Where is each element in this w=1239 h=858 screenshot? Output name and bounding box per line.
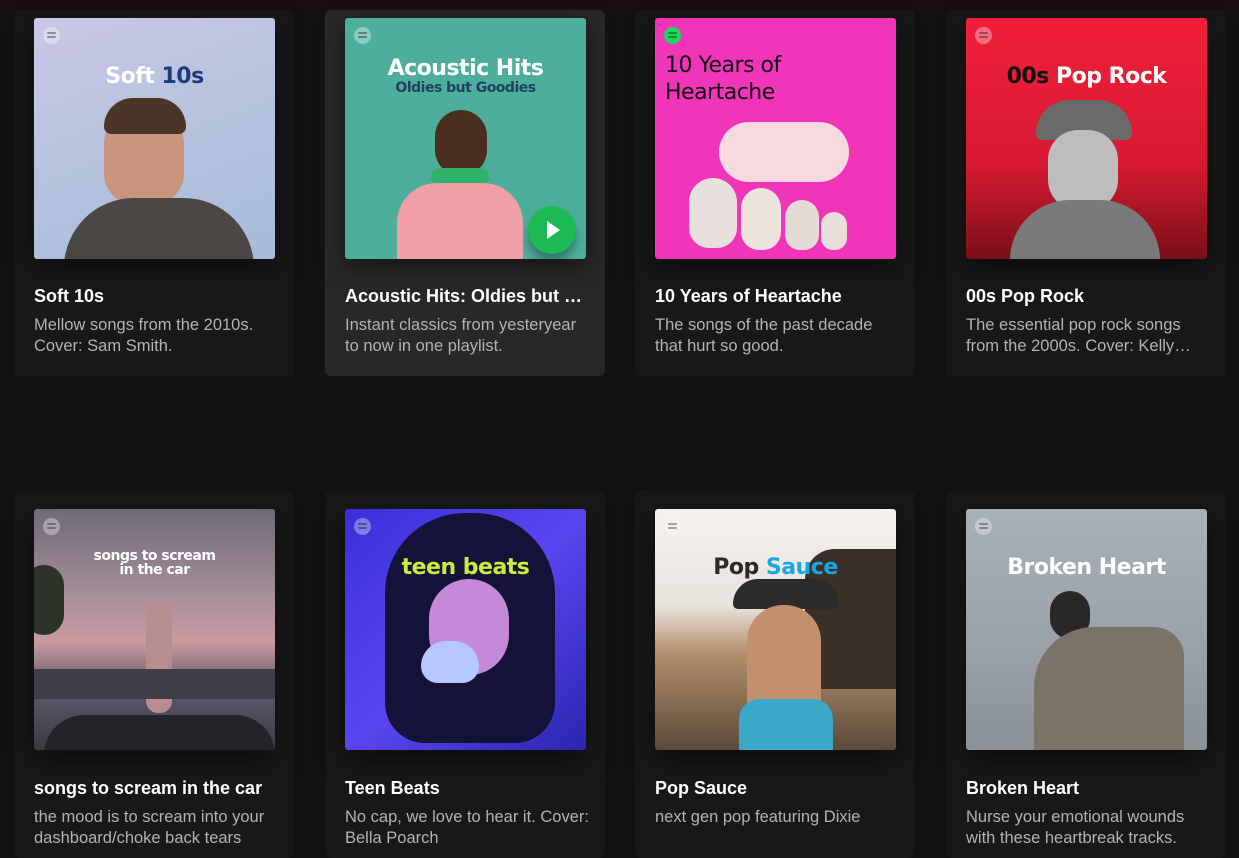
card-description: the mood is to scream into your dashboar… [34,808,265,847]
playlist-card-00s-pop-rock[interactable]: 00s Pop Rock 00s Pop Rock The essential … [946,10,1226,376]
spotify-logo-icon [664,518,681,535]
cover-title-line2: Heartache [665,80,775,105]
flowers-image [719,122,849,182]
playlist-cover: Soft 10s [34,18,275,259]
cover-title: 10 Years of Heartache [665,52,896,106]
card-description: Mellow songs from the 2010s. Cover: Sam … [34,316,254,355]
top-bar [0,0,1239,10]
playlist-cover: 00s Pop Rock [966,18,1207,259]
cover-title-part2: Sauce [765,555,838,580]
card-title[interactable]: Teen Beats [345,778,590,799]
card-title[interactable]: 00s Pop Rock [966,286,1211,307]
playlist-card-teen-beats[interactable]: teen beats Teen Beats No cap, we love to… [325,491,605,858]
card-description: next gen pop featuring Dixie [655,808,861,826]
playlist-card-acoustic-hits[interactable]: Acoustic Hits Oldies but Goodies Acousti… [325,10,605,376]
card-description: The essential pop rock songs from the 20… [966,316,1181,355]
spotify-logo-icon [43,518,60,535]
cover-title: teen beats [401,555,530,580]
cover-title-line2: in the car [119,562,190,578]
spotify-logo-icon [664,27,681,44]
playlist-cover: Pop Sauce [655,509,896,750]
card-description: Nurse your emotional wounds with these h… [966,808,1185,847]
spotify-logo-icon [975,518,992,535]
artist-head [435,110,487,176]
cover-title: 00s Pop Rock [966,64,1207,89]
cover-title: Soft 10s [34,64,275,89]
cover-title-part1: 00s [1006,64,1050,89]
card-description: No cap, we love to hear it. Cover: Bella… [345,808,589,847]
tree [34,565,64,635]
card-title[interactable]: songs to scream in the car [34,778,279,799]
playlist-card-songs-to-scream[interactable]: songs to scream in the car songs to scre… [14,491,294,858]
artist-shirt [397,183,523,259]
artist-hair [104,98,186,134]
playlist-cover: teen beats [345,509,586,750]
cover-title-line1: 10 Years of [665,53,781,78]
playlist-card-pop-sauce[interactable]: Pop Sauce Pop Sauce next gen pop featuri… [635,491,915,858]
vase-image [689,178,737,248]
car-roof [44,715,275,750]
cover-title-part1: Soft [105,64,155,89]
cover-title-part1: Pop [713,555,759,580]
playlist-cover: Broken Heart [966,509,1207,750]
playlist-card-10-years-heartache[interactable]: 10 Years of Heartache 10 Years of Hearta… [635,10,915,376]
artist-body [1010,200,1160,259]
card-title[interactable]: Pop Sauce [655,778,900,799]
cover-title: Pop Sauce [655,555,896,580]
playlist-cover: songs to scream in the car [34,509,275,750]
cover-title-part2: 10s [161,64,205,89]
artist-sweater [64,198,254,259]
cover-title: songs to scream in the car [34,549,275,577]
playlist-card-broken-heart[interactable]: Broken Heart Broken Heart Nurse your emo… [946,491,1226,858]
cover-subtitle: Oldies but Goodies [395,80,536,96]
playlist-card-soft-10s[interactable]: Soft 10s Soft 10s Mellow songs from the … [14,10,294,376]
vase-image [821,212,847,250]
vase-image [785,200,819,250]
spotify-logo-icon [354,27,371,44]
cover-title-line1: songs to scream [93,548,216,564]
spotify-logo-icon [43,27,60,44]
card-description: Instant classics from yesteryear to now … [345,316,577,355]
card-title[interactable]: Acoustic Hits: Oldies but Goodies [345,286,590,307]
card-title[interactable]: Soft 10s [34,286,279,307]
card-title[interactable]: 10 Years of Heartache [655,286,900,307]
cover-title: Broken Heart [1007,555,1166,580]
spotify-logo-icon [975,27,992,44]
card-description: The songs of the past decade that hurt s… [655,316,873,355]
playlist-cover: 10 Years of Heartache [655,18,896,259]
artist-top [739,699,833,750]
spotify-logo-icon [354,518,371,535]
playlist-cover: Acoustic Hits Oldies but Goodies [345,18,586,259]
city-lights [34,669,275,699]
trench-coat [1034,627,1184,750]
artist-photo [1048,130,1118,210]
card-title[interactable]: Broken Heart [966,778,1211,799]
cover-title-part2: Pop Rock [1056,64,1167,89]
butterfly-icon [421,641,479,683]
play-button[interactable] [528,206,576,254]
vase-image [741,188,781,250]
cover-title: Acoustic Hits [387,56,544,81]
